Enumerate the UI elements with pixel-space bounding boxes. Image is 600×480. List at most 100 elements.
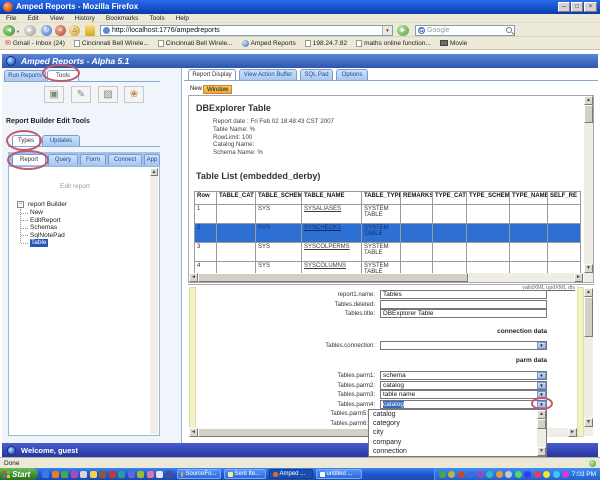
bookmark-maths[interactable]: maths online function... [356, 39, 431, 47]
report-vscrollbar[interactable] [584, 96, 593, 282]
back-dropdown-icon[interactable]: ▼ [16, 29, 20, 34]
option-catalog[interactable]: catalog [369, 410, 546, 419]
tree-item-new[interactable]: New [30, 209, 43, 217]
bookmark-cincinnati-2[interactable]: Cincinnati Bell Wirele... [157, 39, 233, 47]
tray-icon[interactable] [476, 470, 484, 478]
tray-icon[interactable] [495, 470, 503, 478]
task-sourceforge[interactable]: SourceFo... [176, 469, 221, 479]
bookmark-gmail[interactable]: ✉ Gmail - Inbox (24) [5, 39, 65, 48]
quick-launch-icon[interactable] [108, 470, 116, 478]
go-icon[interactable]: ► [397, 25, 409, 36]
tree-item-editreport[interactable]: EditReport [30, 217, 61, 225]
window-highlight-label[interactable]: Window [203, 85, 233, 94]
quick-launch-icon[interactable] [146, 470, 154, 478]
tray-icon[interactable] [505, 470, 513, 478]
tray-icon[interactable] [448, 470, 456, 478]
combo-dropdown-icon[interactable]: ▼ [537, 372, 546, 379]
table-name-link[interactable]: SYSCOLPERMS [304, 244, 350, 250]
quick-launch-icon[interactable] [89, 470, 97, 478]
tab-view-action-buffer[interactable]: View Action Buffer [239, 69, 297, 80]
image-tool-icon[interactable]: ▣ [44, 86, 64, 103]
tray-icon[interactable] [438, 470, 446, 478]
start-button[interactable]: Start [0, 468, 38, 480]
quick-launch-icon[interactable] [70, 470, 78, 478]
tab-options[interactable]: Options [336, 69, 368, 80]
tab-sql-pad[interactable]: SQL Pad [300, 69, 333, 80]
tab-run-reports[interactable]: Run Reports [4, 70, 46, 81]
menu-file[interactable]: File [6, 15, 16, 22]
scroll-thumb[interactable] [198, 273, 468, 282]
quick-launch-icon[interactable] [61, 470, 68, 478]
col-type-name[interactable]: TYPE_NAME [509, 191, 548, 205]
scroll-right-icon[interactable]: ► [574, 273, 583, 282]
bookmark-ip[interactable]: 198.24.7.82 [304, 39, 347, 47]
back-icon[interactable]: ◄ [3, 25, 15, 36]
col-remarks[interactable]: REMARKS [400, 191, 433, 205]
tray-icon[interactable] [457, 470, 465, 478]
bookmark-cincinnati-1[interactable]: Cincinnati Bell Wirele... [73, 39, 149, 47]
scroll-up-icon[interactable]: ▲ [537, 410, 546, 419]
close-button[interactable]: × [584, 2, 597, 12]
parm2-combo[interactable]: catalog [380, 380, 547, 390]
magnifier-icon[interactable] [506, 27, 515, 36]
palette-tool-icon[interactable]: ❀ [124, 86, 144, 103]
tray-icon[interactable] [486, 470, 494, 478]
scroll-left-icon[interactable]: ◄ [189, 428, 198, 437]
search-field[interactable]: G Google [415, 24, 515, 36]
menu-bookmarks[interactable]: Bookmarks [106, 15, 139, 22]
title-input[interactable] [380, 309, 547, 318]
scroll-thumb[interactable] [584, 297, 593, 337]
scroll-up-icon[interactable]: ▲ [584, 288, 593, 297]
tree-root[interactable]: report Builder [28, 201, 67, 209]
table-row-selected[interactable]: 2 SYS SYSCHECKS SYSTEM TABLE [194, 223, 581, 243]
reload-icon[interactable]: ↻ [41, 25, 52, 36]
task-amped-active[interactable]: Amped ... [268, 469, 313, 479]
stop-icon[interactable]: × [55, 25, 66, 36]
quick-launch-icon[interactable] [80, 470, 87, 478]
table-name-link[interactable]: SYSCHECKS [304, 225, 341, 231]
bookmark-amped-reports[interactable]: Amped Reports [241, 39, 296, 47]
scroll-up-icon[interactable]: ▲ [584, 96, 593, 105]
menu-edit[interactable]: Edit [27, 15, 38, 22]
tab-report-display[interactable]: Report Display [188, 69, 236, 80]
col-type-cat[interactable]: TYPE_CAT [432, 191, 467, 205]
deleted-input[interactable] [380, 299, 547, 309]
menu-tools[interactable]: Tools [149, 15, 164, 22]
combo-dropdown-icon[interactable]: ▼ [537, 342, 546, 349]
edit-tool-icon[interactable]: ✎ [71, 86, 91, 103]
tab-app[interactable]: App [144, 154, 160, 165]
table-row[interactable]: 3 SYS SYSCOLPERMS SYSTEM TABLE [194, 242, 581, 262]
table-row[interactable]: 4 SYS SYSCOLUMNS SYSTEM TABLE [194, 261, 581, 273]
tray-icon[interactable] [543, 470, 551, 478]
quick-launch-icon[interactable] [118, 470, 125, 478]
menu-view[interactable]: View [50, 15, 64, 22]
tab-query[interactable]: Query [48, 154, 78, 165]
parm4-combo[interactable]: catalog [380, 399, 547, 409]
option-city[interactable]: city [369, 428, 546, 437]
tree-item-sqlnotepad[interactable]: SqlNotePad [30, 232, 65, 240]
quick-launch-icon[interactable] [127, 470, 135, 478]
tray-icon[interactable] [467, 470, 475, 478]
name-input[interactable] [380, 290, 547, 299]
tree-scrollbar[interactable] [150, 168, 158, 434]
scroll-thumb[interactable] [537, 419, 546, 429]
col-table-schem[interactable]: TABLE_SCHEM [255, 191, 302, 205]
col-table-type[interactable]: TABLE_TYPE [361, 191, 401, 205]
option-connection[interactable]: connection [369, 447, 546, 456]
col-table-name[interactable]: TABLE_NAME [301, 191, 362, 205]
page-style-icon[interactable] [85, 25, 95, 36]
col-table-cat[interactable]: TABLE_CAT [216, 191, 256, 205]
connection-combo[interactable] [380, 341, 547, 350]
scroll-thumb[interactable] [584, 105, 593, 123]
col-row[interactable]: Row [194, 191, 217, 205]
table-row[interactable]: 1 SYS SYSALIASES SYSTEM TABLE [194, 204, 581, 224]
task-sent-items[interactable]: Sent Ite... [223, 469, 266, 479]
parm1-combo[interactable]: schema [380, 371, 547, 380]
url-dropdown-icon[interactable]: ▼ [382, 25, 392, 35]
scroll-up-icon[interactable]: ▲ [150, 168, 158, 176]
quick-launch-icon[interactable] [99, 470, 106, 478]
scroll-down-icon[interactable]: ▼ [584, 418, 593, 427]
scroll-down-icon[interactable]: ▼ [584, 264, 593, 273]
scroll-thumb[interactable] [198, 428, 378, 437]
tab-connect[interactable]: Connect [108, 154, 142, 165]
